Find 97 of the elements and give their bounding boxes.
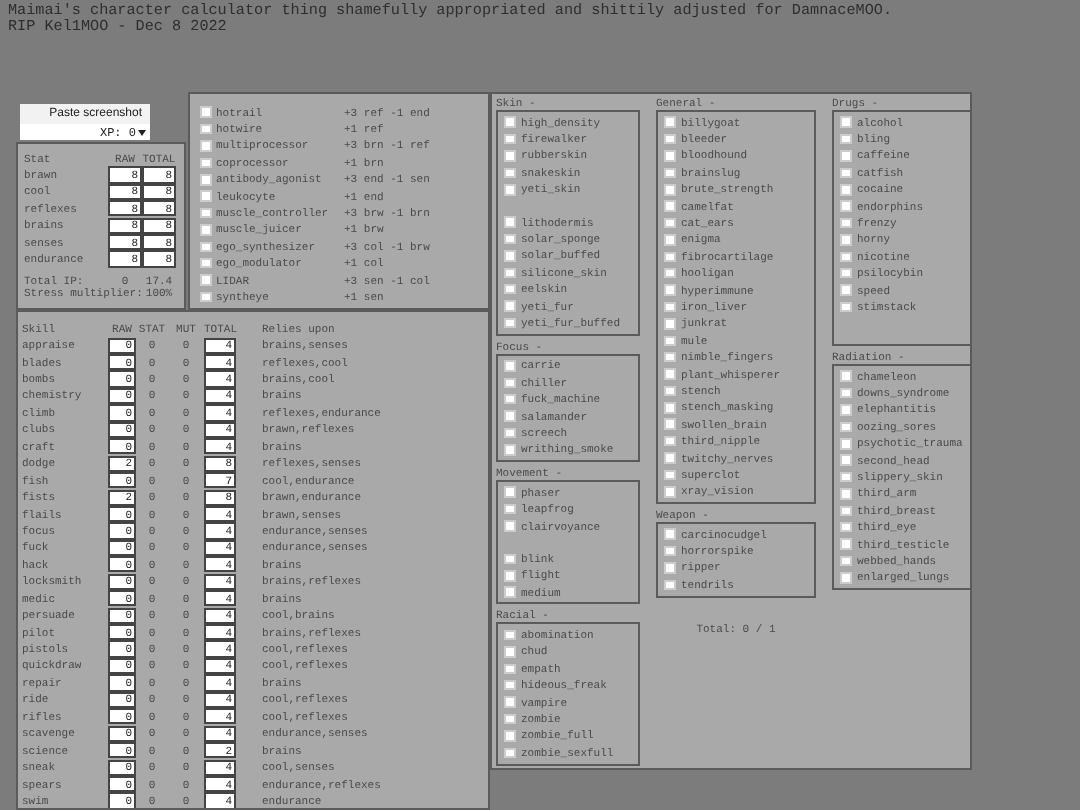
checkbox[interactable] (664, 116, 675, 128)
checkbox[interactable] (840, 133, 851, 145)
checkbox[interactable] (664, 368, 675, 380)
checkbox[interactable] (664, 301, 675, 313)
checkbox[interactable] (200, 157, 211, 169)
checkbox[interactable] (504, 317, 515, 329)
checkbox[interactable] (840, 217, 851, 229)
checkbox[interactable] (840, 234, 851, 246)
checkbox[interactable] (664, 217, 675, 229)
checkbox[interactable] (840, 167, 851, 179)
checkbox[interactable] (200, 291, 211, 303)
checkbox[interactable] (200, 224, 211, 236)
checkbox[interactable] (664, 351, 675, 363)
checkbox[interactable] (504, 570, 515, 582)
checkbox[interactable] (504, 167, 515, 179)
checkbox[interactable] (504, 553, 515, 565)
checkbox[interactable] (840, 284, 851, 296)
checkbox[interactable] (664, 418, 675, 430)
checkbox[interactable] (840, 572, 851, 584)
checkbox[interactable] (664, 251, 675, 263)
checkbox[interactable] (840, 555, 851, 567)
checkbox[interactable] (200, 207, 211, 219)
checkbox[interactable] (200, 123, 211, 135)
checkbox[interactable] (200, 190, 211, 202)
checkbox[interactable] (504, 267, 515, 279)
caret-icon (138, 129, 146, 135)
checkbox[interactable] (200, 241, 211, 253)
checkbox[interactable] (504, 629, 515, 641)
checkbox[interactable] (840, 538, 851, 550)
checkbox[interactable] (664, 133, 675, 145)
checkbox[interactable] (840, 267, 851, 279)
checkbox[interactable] (200, 174, 211, 185)
checkbox[interactable] (504, 233, 515, 245)
checkbox[interactable] (504, 520, 515, 532)
checkbox[interactable] (504, 410, 515, 422)
checkbox[interactable] (664, 335, 675, 347)
checkbox[interactable] (504, 300, 515, 312)
checkbox[interactable] (840, 404, 851, 416)
checkbox[interactable] (504, 730, 515, 742)
checkbox[interactable] (504, 503, 515, 515)
checkbox[interactable] (504, 679, 515, 691)
checkbox[interactable] (664, 234, 675, 246)
checkbox[interactable] (504, 216, 515, 228)
checkbox[interactable] (200, 257, 211, 269)
checkbox[interactable] (840, 471, 851, 483)
checkbox[interactable] (200, 106, 211, 118)
checkbox[interactable] (840, 488, 851, 500)
checkbox[interactable] (664, 402, 675, 414)
checkbox[interactable] (664, 562, 675, 574)
checkbox[interactable] (504, 116, 515, 128)
checkbox[interactable] (664, 267, 675, 279)
checkbox[interactable] (504, 393, 515, 405)
checkbox[interactable] (664, 184, 675, 195)
checkbox[interactable] (504, 586, 515, 598)
checkbox[interactable] (504, 486, 515, 498)
checkbox[interactable] (840, 116, 851, 128)
checkbox[interactable] (840, 200, 851, 212)
checkbox[interactable] (664, 167, 675, 179)
checkbox[interactable] (840, 454, 851, 466)
checkbox[interactable] (504, 663, 515, 675)
checkbox[interactable] (504, 250, 515, 262)
checkbox[interactable] (504, 133, 515, 145)
checkbox[interactable] (664, 528, 675, 540)
checkbox[interactable] (504, 184, 515, 195)
checkbox[interactable] (504, 696, 515, 708)
checkbox[interactable] (664, 486, 675, 498)
checkbox[interactable] (504, 747, 515, 759)
checkbox[interactable] (504, 377, 515, 389)
checkbox[interactable] (504, 360, 515, 372)
checkbox[interactable] (664, 318, 675, 330)
checkbox[interactable] (504, 150, 515, 162)
checkbox[interactable] (504, 427, 515, 439)
checkbox[interactable] (840, 184, 851, 195)
checkbox[interactable] (504, 713, 515, 725)
checkbox[interactable] (840, 505, 851, 517)
checkbox[interactable] (200, 140, 211, 152)
checkbox[interactable] (840, 370, 851, 382)
checkbox[interactable] (840, 301, 851, 313)
checkbox[interactable] (664, 579, 675, 591)
checkbox[interactable] (504, 646, 515, 658)
checkbox[interactable] (664, 452, 675, 464)
checkbox[interactable] (840, 421, 851, 433)
checkbox[interactable] (504, 444, 515, 456)
checkbox[interactable] (840, 251, 851, 263)
checkbox[interactable] (840, 387, 851, 399)
checkbox[interactable] (840, 438, 851, 449)
checkbox[interactable] (664, 150, 675, 162)
checkbox[interactable] (664, 200, 675, 212)
checkbox[interactable] (664, 435, 675, 447)
checkbox[interactable] (664, 284, 675, 296)
checkbox[interactable] (664, 385, 675, 397)
checkbox[interactable] (840, 521, 851, 533)
checkbox[interactable] (840, 150, 851, 162)
checkbox[interactable] (664, 469, 675, 481)
checkbox[interactable] (200, 274, 211, 286)
checkbox[interactable] (664, 545, 675, 557)
checkbox[interactable] (504, 283, 515, 295)
